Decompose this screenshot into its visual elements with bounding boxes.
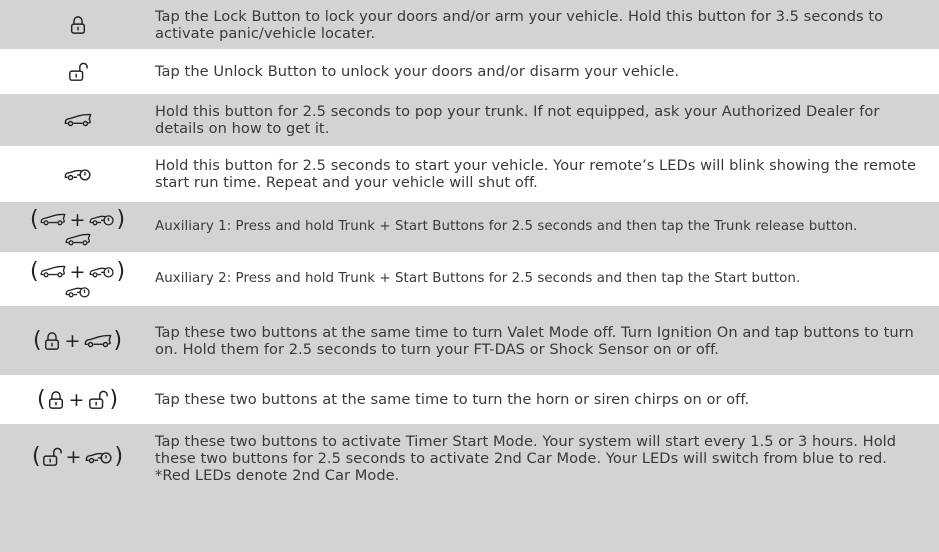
row-description: Tap these two buttons at the same time t… <box>155 323 914 358</box>
row-description: Tap these two buttons to activate Timer … <box>155 433 897 484</box>
table-row-valet: ( + ) Tap these two buttons at the same … <box>0 306 939 375</box>
lock-icon <box>69 15 87 35</box>
row-description: Tap the Lock Button to lock your doors a… <box>155 7 884 42</box>
button-combination: ( + ) <box>29 258 126 284</box>
row-description: Hold this button for 2.5 seconds to pop … <box>155 103 880 137</box>
close-paren: ) <box>116 206 126 232</box>
row-description: Auxiliary 1: Press and hold Trunk + Star… <box>155 219 858 235</box>
icon-cell <box>0 167 155 181</box>
icon-cell: ( + ) <box>0 258 155 298</box>
close-paren: ) <box>113 327 123 353</box>
lock-icon <box>43 331 61 351</box>
open-paren: ( <box>31 444 41 469</box>
icon-cell: ( + ) <box>0 327 155 353</box>
icon-cell <box>0 15 155 35</box>
trunk-icon <box>64 113 92 127</box>
icon-cell: ( + ) <box>0 386 155 412</box>
table-row-start: Hold this button for 2.5 seconds to star… <box>0 146 939 202</box>
open-paren: ( <box>29 258 39 284</box>
plus-sign: + <box>65 446 82 468</box>
plus-sign: + <box>68 388 85 411</box>
start-key-icon <box>65 285 91 298</box>
table-row-auxiliary-1: ( + ) Auxiliary 1: Press and hold Trunk … <box>0 202 939 252</box>
unlock-icon <box>88 390 108 410</box>
table-row-chirps: ( + ) Tap these two buttons at the same … <box>0 375 939 424</box>
icon-cell: ( + ) <box>0 206 155 246</box>
icon-cell: ( + ) <box>0 424 155 490</box>
start-key-icon <box>64 167 92 181</box>
button-combination: ( + ) <box>36 386 119 412</box>
row-description: Tap these two buttons at the same time t… <box>155 391 750 408</box>
icon-cell <box>0 62 155 82</box>
unlock-icon <box>68 62 88 82</box>
close-paren: ) <box>116 258 126 284</box>
table-row-trunk: Hold this button for 2.5 seconds to pop … <box>0 94 939 146</box>
table-row-unlock: Tap the Unlock Button to unlock your doo… <box>0 49 939 94</box>
open-paren: ( <box>29 206 39 232</box>
table-row-lock: Tap the Lock Button to lock your doors a… <box>0 0 939 49</box>
icon-cell <box>0 113 155 127</box>
table-row-auxiliary-2: ( + ) Auxiliary 2: Press and hold Trunk … <box>0 252 939 306</box>
button-combination: ( + ) <box>31 444 124 469</box>
open-paren: ( <box>36 386 46 412</box>
row-description: Hold this button for 2.5 seconds to star… <box>155 157 917 191</box>
trunk-icon <box>40 265 66 278</box>
close-paren: ) <box>109 386 119 412</box>
start-key-icon <box>89 213 115 226</box>
start-key-icon <box>85 450 113 464</box>
plus-sign: + <box>64 329 81 352</box>
plus-sign: + <box>69 208 86 231</box>
unlock-icon <box>42 447 62 467</box>
open-paren: ( <box>32 327 42 353</box>
row-description: Tap the Unlock Button to unlock your doo… <box>155 63 680 80</box>
plus-sign: + <box>69 260 86 283</box>
trunk-icon <box>40 213 66 226</box>
trunk-icon <box>84 334 112 348</box>
close-paren: ) <box>114 444 124 469</box>
table-row-timer-start: ( + ) Tap these two buttons to activate … <box>0 424 939 552</box>
start-key-icon <box>89 265 115 278</box>
row-description: Auxiliary 2: Press and hold Trunk + Star… <box>155 271 801 287</box>
trunk-icon <box>65 233 91 246</box>
lock-icon <box>47 390 65 410</box>
button-combination: ( + ) <box>29 206 126 232</box>
button-combination: ( + ) <box>32 327 123 353</box>
